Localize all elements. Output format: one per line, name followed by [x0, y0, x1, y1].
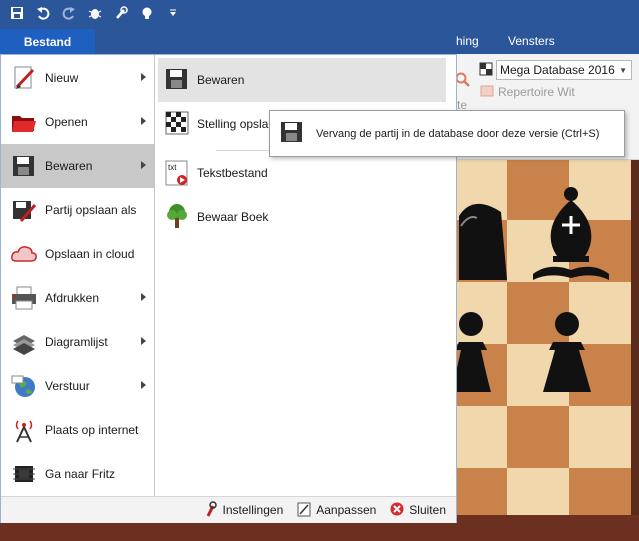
black-pawn-piece[interactable]	[451, 308, 491, 397]
menu-item-label: Verstuur	[45, 379, 90, 393]
chevron-right-icon	[141, 381, 146, 389]
save-icon	[165, 67, 189, 94]
chevron-right-icon	[141, 73, 146, 81]
chevron-right-icon	[141, 161, 146, 169]
bulb-icon[interactable]	[136, 2, 158, 24]
menu-item-label: Ga naar Fritz	[45, 467, 116, 481]
submenu-item-label: Bewaren	[197, 73, 245, 87]
menu-item-label: Nieuw	[45, 71, 79, 85]
customize-button[interactable]: Aanpassen	[297, 501, 376, 520]
menu-item-save[interactable]: Bewaren	[1, 144, 154, 188]
menu-item-label: Plaats op internet	[45, 423, 139, 437]
menu-item-label: Partij opslaan als	[45, 203, 137, 217]
menu-item-post-online[interactable]: Plaats op internet	[1, 408, 154, 452]
menu-item-open[interactable]: Openen	[1, 100, 154, 144]
menu-item-save-to-cloud[interactable]: Opslaan in cloud	[1, 232, 154, 276]
tooltip-text: Vervang de partij in de database door de…	[316, 127, 600, 140]
redo-icon[interactable]	[58, 2, 80, 24]
settings-button-label: Instellingen	[222, 503, 284, 517]
chess-board[interactable]	[447, 160, 639, 541]
database-select-value: Mega Database 2016	[500, 63, 615, 77]
menu-item-label: Openen	[45, 115, 88, 129]
ribbon-tab-bar: Bestand hing Vensters	[0, 26, 639, 54]
submenu-item-label: Tekstbestand	[197, 166, 268, 180]
board-icon	[165, 111, 189, 138]
menu-item-save-game-as[interactable]: Partij opslaan als	[1, 188, 154, 232]
chip-icon	[11, 461, 37, 487]
menu-item-label: Diagramlijst	[45, 335, 108, 349]
menu-item-send[interactable]: Verstuur	[1, 364, 154, 408]
chevron-right-icon	[141, 117, 146, 125]
database-icon	[478, 61, 494, 80]
repertoire-white-label: Repertoire Wit	[498, 85, 575, 99]
search-icon[interactable]	[455, 72, 471, 91]
settings-button[interactable]: Instellingen	[204, 500, 284, 520]
menu-item-label: Opslaan in cloud	[45, 247, 135, 261]
close-button-label: Sluiten	[409, 503, 446, 517]
submenu-item-save-book[interactable]: Bewaar Boek	[158, 195, 446, 239]
submenu-item-label: Stelling opsla	[197, 117, 269, 131]
tab-partial[interactable]: hing	[448, 26, 487, 54]
save-as-icon	[11, 197, 37, 223]
menu-item-label: Bewaren	[45, 159, 93, 173]
tab-windows[interactable]: Vensters	[500, 26, 563, 54]
text-file-icon-label: txt	[168, 163, 177, 172]
chevron-down-icon: ▼	[619, 65, 627, 75]
repertoire-white[interactable]: Repertoire Wit	[480, 84, 575, 100]
diagram-icon	[11, 329, 37, 355]
menu-item-go-to-fritz[interactable]: Ga naar Fritz	[1, 452, 154, 496]
black-bishop-piece[interactable]	[529, 186, 613, 283]
menu-item-label: Afdrukken	[45, 291, 100, 305]
wrench-icon[interactable]	[110, 2, 132, 24]
cloud-icon	[11, 241, 37, 267]
new-icon	[11, 65, 37, 91]
menu-item-new[interactable]: Nieuw	[1, 56, 154, 100]
file-menu-list: Nieuw Openen Bewaren Partij opslaan als	[1, 55, 155, 496]
black-knight-piece[interactable]	[453, 196, 507, 283]
board-square[interactable]	[507, 406, 569, 468]
save-icon	[11, 153, 37, 179]
save-icon[interactable]	[6, 2, 28, 24]
close-icon	[390, 502, 404, 519]
repertoire-icon	[480, 84, 494, 101]
menu-item-diagram-list[interactable]: Diagramlijst	[1, 320, 154, 364]
folder-icon	[11, 109, 37, 135]
antenna-icon	[11, 417, 37, 443]
customize-icon[interactable]	[162, 2, 184, 24]
board-square[interactable]	[569, 406, 631, 468]
tree-icon	[165, 203, 189, 232]
text-file-icon: txt	[165, 160, 189, 186]
black-pawn-piece[interactable]	[539, 308, 595, 397]
tab-file[interactable]: Bestand	[0, 29, 95, 54]
globe-icon	[11, 373, 37, 399]
submenu-item-label: Bewaar Boek	[197, 210, 269, 224]
customize-icon	[297, 501, 311, 520]
menu-item-print[interactable]: Afdrukken	[1, 276, 154, 320]
undo-icon[interactable]	[32, 2, 54, 24]
printer-icon	[11, 285, 37, 311]
submenu-item-text-file[interactable]: txt Tekstbestand	[158, 151, 446, 195]
database-select[interactable]: Mega Database 2016 ▼	[496, 60, 632, 80]
submenu-item-save[interactable]: Bewaren	[158, 58, 446, 102]
chevron-right-icon	[141, 293, 146, 301]
quick-access-toolbar	[0, 0, 639, 26]
tooltip: Vervang de partij in de database door de…	[269, 110, 625, 157]
customize-button-label: Aanpassen	[316, 503, 377, 517]
backstage-footer: Instellingen Aanpassen Sluiten	[1, 496, 456, 523]
wrench-icon	[204, 500, 218, 520]
save-icon	[280, 120, 304, 147]
chevron-right-icon	[141, 337, 146, 345]
bug-icon[interactable]	[84, 2, 106, 24]
close-button[interactable]: Sluiten	[390, 502, 446, 519]
